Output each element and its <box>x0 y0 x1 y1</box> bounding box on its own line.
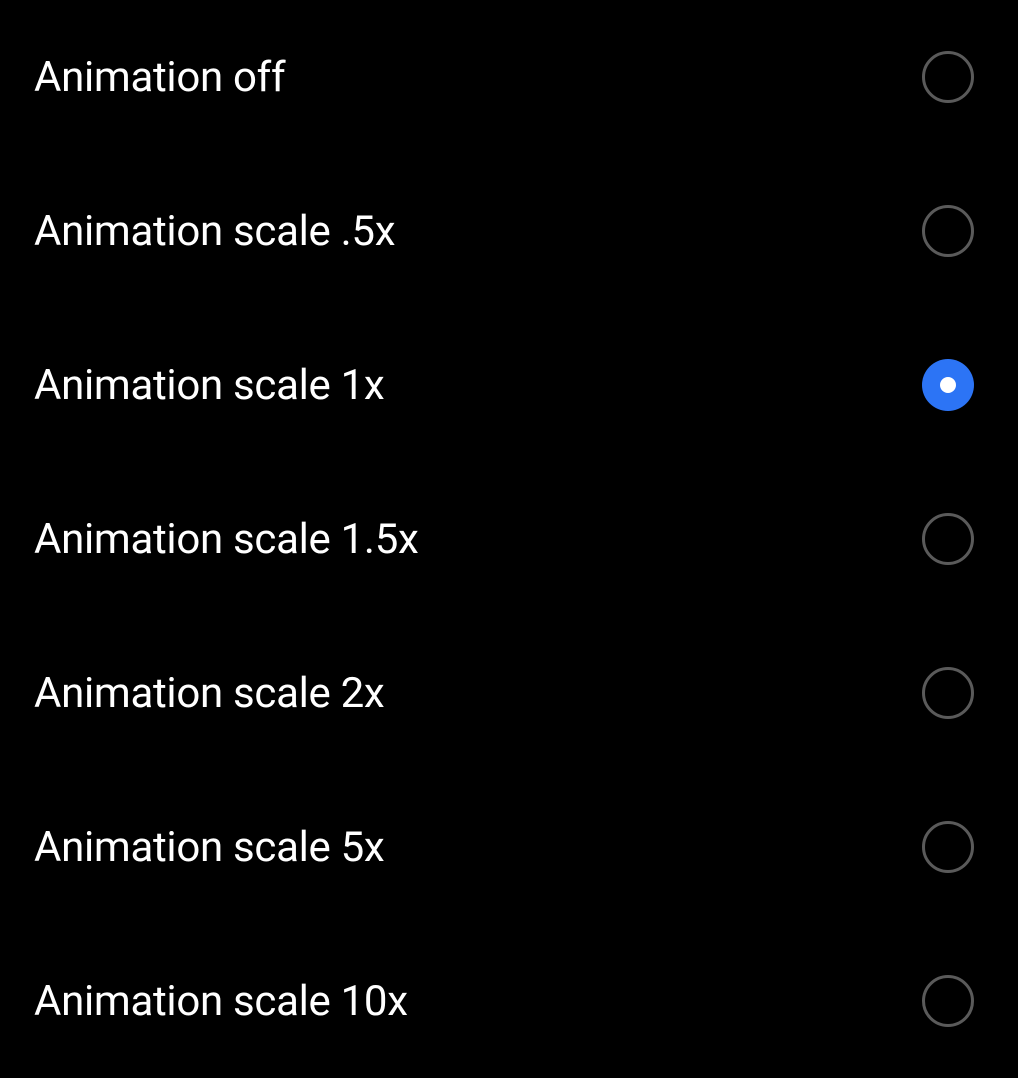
radio-icon <box>922 513 974 565</box>
option-label: Animation off <box>34 53 285 102</box>
radio-icon-selected <box>922 359 974 411</box>
option-animation-scale-1x[interactable]: Animation scale 1x <box>0 308 1018 462</box>
radio-icon <box>922 821 974 873</box>
option-animation-scale-0-5x[interactable]: Animation scale .5x <box>0 154 1018 308</box>
option-label: Animation scale 5x <box>34 823 384 872</box>
option-animation-scale-10x[interactable]: Animation scale 10x <box>0 924 1018 1078</box>
option-label: Animation scale 1.5x <box>34 515 419 564</box>
animation-scale-list: Animation off Animation scale .5x Animat… <box>0 0 1018 1078</box>
option-label: Animation scale 10x <box>34 977 408 1026</box>
radio-icon <box>922 975 974 1027</box>
option-animation-scale-5x[interactable]: Animation scale 5x <box>0 770 1018 924</box>
option-label: Animation scale 1x <box>34 361 384 410</box>
option-label: Animation scale 2x <box>34 669 384 718</box>
radio-icon <box>922 205 974 257</box>
option-animation-off[interactable]: Animation off <box>0 0 1018 154</box>
option-label: Animation scale .5x <box>34 207 395 256</box>
radio-icon <box>922 51 974 103</box>
radio-icon <box>922 667 974 719</box>
option-animation-scale-2x[interactable]: Animation scale 2x <box>0 616 1018 770</box>
option-animation-scale-1-5x[interactable]: Animation scale 1.5x <box>0 462 1018 616</box>
